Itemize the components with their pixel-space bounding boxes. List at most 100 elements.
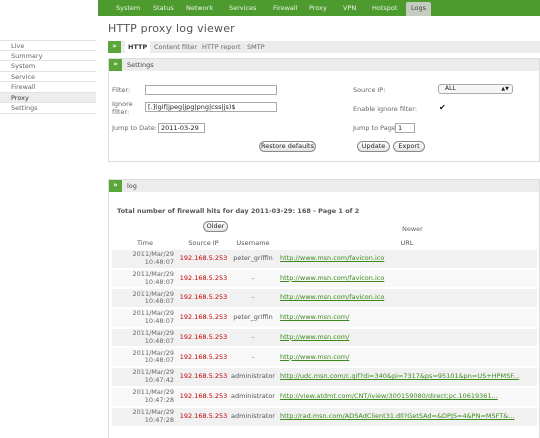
- sidebar-item-settings[interactable]: Settings: [0, 103, 96, 114]
- username-cell: administrator: [229, 385, 277, 407]
- source-ip-cell: 192.168.5.253: [178, 287, 229, 309]
- nav-firewall[interactable]: Firewall: [273, 0, 298, 16]
- settings-header: » Settings: [109, 59, 539, 71]
- jump-date-input[interactable]: 2011-03-29: [158, 123, 205, 133]
- url-link[interactable]: http://udc.msn.com/c.gif?di=340&pi=7317&…: [277, 366, 537, 387]
- ignore-filter-label-2: filter:: [112, 108, 130, 116]
- log-table: Time Source IP Username URL 2011/Mar/29 1…: [112, 237, 537, 427]
- enable-ignore-checkbox[interactable]: ✔: [439, 104, 447, 112]
- log-table-header: Time Source IP Username URL: [112, 237, 537, 249]
- newer-link[interactable]: Newer: [402, 225, 423, 233]
- tab-http[interactable]: HTTP: [125, 41, 151, 53]
- row-clock: 10:47:28: [144, 415, 174, 424]
- url-link[interactable]: http://www.msn.com/favicon.ico: [277, 287, 537, 309]
- sidebar-item-system[interactable]: System: [0, 61, 96, 72]
- jump-date-label: Jump to Date:: [112, 124, 157, 132]
- time-cell: 2011/Mar/29 10:48:07: [112, 248, 178, 269]
- tab-content-filter[interactable]: Content filter: [154, 41, 197, 53]
- ignore-filter-input[interactable]: [.](gif|jpeg|jpg|png|css|js)$: [145, 102, 277, 112]
- settings-title: Settings: [127, 61, 154, 69]
- username-cell: -: [229, 287, 277, 309]
- chevron-icon: »: [109, 180, 122, 192]
- tab-smtp[interactable]: SMTP: [247, 41, 265, 53]
- row-clock: 10:48:07: [144, 336, 174, 345]
- page-title: HTTP proxy log viewer: [108, 22, 235, 35]
- sidebar-item-service[interactable]: Service: [0, 72, 96, 82]
- table-row: 2011/Mar/29 10:48:07 192.168.5.253 peter_…: [112, 307, 537, 328]
- log-header: » log: [109, 180, 539, 192]
- username-cell: administrator: [229, 405, 277, 427]
- nav-network[interactable]: Network: [186, 0, 213, 16]
- row-clock: 10:48:07: [144, 316, 174, 325]
- source-ip-select[interactable]: ALL ▲▼: [438, 84, 513, 94]
- chevron-icon: »: [109, 59, 122, 71]
- table-row: 2011/Mar/29 10:48:07 192.168.5.253 - http…: [112, 267, 537, 289]
- table-row: 2011/Mar/29 10:48:07 192.168.5.253 peter_…: [112, 248, 537, 269]
- row-clock: 10:48:07: [144, 257, 174, 266]
- nav-services[interactable]: Services: [229, 0, 256, 16]
- source-ip-label: Source IP:: [353, 86, 386, 94]
- nav-vpn[interactable]: VPN: [343, 0, 356, 16]
- sidebar: Live Summary System Service Firewall Pro…: [0, 40, 96, 114]
- older-button[interactable]: Older: [203, 221, 228, 232]
- time-cell: 2011/Mar/29 10:47:28: [112, 405, 178, 427]
- settings-panel: » Settings Filter: Ignore filter: [.](gi…: [108, 58, 540, 162]
- tab-http-report[interactable]: HTTP report: [202, 41, 241, 53]
- url-link[interactable]: http://www.msn.com/: [277, 326, 537, 348]
- nav-hotspot[interactable]: Hotspot: [372, 0, 397, 16]
- nav-status[interactable]: Status: [153, 0, 174, 16]
- url-link[interactable]: http://www.msn.com/favicon.ico: [277, 248, 537, 269]
- row-clock: 10:48:07: [144, 277, 174, 286]
- filter-label: Filter:: [112, 86, 131, 94]
- source-ip-cell: 192.168.5.253: [178, 366, 229, 387]
- url-link[interactable]: http://rad.msn.com/ADSAdClient31.dll?Get…: [277, 405, 537, 427]
- table-row: 2011/Mar/29 10:48:07 192.168.5.253 - http…: [112, 346, 537, 368]
- nav-logs[interactable]: Logs: [406, 2, 431, 16]
- sidebar-item-summary[interactable]: Summary: [0, 51, 96, 61]
- table-row: 2011/Mar/29 10:48:07 192.168.5.253 - http…: [112, 287, 537, 309]
- time-cell: 2011/Mar/29 10:47:42: [112, 366, 178, 387]
- row-clock: 10:47:42: [144, 375, 174, 384]
- column-header-source-ip: Source IP: [188, 238, 219, 247]
- row-clock: 10:48:07: [144, 297, 174, 306]
- time-cell: 2011/Mar/29 10:47:28: [112, 385, 178, 407]
- table-row: 2011/Mar/29 10:47:42 192.168.5.253 admini…: [112, 366, 537, 387]
- ignore-filter-label-1: Ignore: [112, 100, 133, 108]
- source-ip-cell: 192.168.5.253: [178, 307, 229, 328]
- enable-ignore-label: Enable ignore filter:: [353, 105, 418, 113]
- table-row: 2011/Mar/29 10:47:28 192.168.5.253 admini…: [112, 385, 537, 407]
- top-nav: System Status Network Services Firewall …: [98, 0, 540, 16]
- username-cell: peter_griffin: [229, 307, 277, 328]
- url-link[interactable]: http://www.msn.com/: [277, 346, 537, 368]
- url-link[interactable]: http://www.msn.com/favicon.ico: [277, 267, 537, 289]
- update-button[interactable]: Update: [357, 141, 390, 152]
- column-header-time: Time: [137, 238, 153, 247]
- table-row: 2011/Mar/29 10:48:07 192.168.5.253 - http…: [112, 326, 537, 348]
- username-cell: -: [229, 346, 277, 368]
- sidebar-item-proxy[interactable]: Proxy: [0, 92, 96, 103]
- source-ip-cell: 192.168.5.253: [178, 326, 229, 348]
- sidebar-item-live[interactable]: Live: [0, 40, 96, 51]
- nav-system[interactable]: System: [116, 0, 140, 16]
- username-cell: peter_griffin: [229, 248, 277, 269]
- chevron-updown-icon: ▲▼: [501, 86, 509, 92]
- time-cell: 2011/Mar/29 10:48:07: [112, 346, 178, 368]
- export-button[interactable]: Export: [393, 141, 425, 152]
- source-ip-value: ALL: [445, 85, 456, 92]
- source-ip-cell: 192.168.5.253: [178, 248, 229, 269]
- subtab-strip: » HTTP Content filter HTTP report SMTP: [108, 41, 540, 53]
- nav-proxy[interactable]: Proxy: [309, 0, 327, 16]
- filter-input[interactable]: [145, 85, 277, 95]
- jump-page-label: Jump to Page:: [353, 124, 399, 132]
- column-header-username: Username: [236, 238, 270, 247]
- url-link[interactable]: http://www.msn.com/: [277, 307, 537, 328]
- chevron-icon: »: [108, 41, 121, 53]
- sidebar-item-firewall[interactable]: Firewall: [0, 82, 96, 93]
- table-row: 2011/Mar/29 10:47:28 192.168.5.253 admini…: [112, 405, 537, 427]
- source-ip-cell: 192.168.5.253: [178, 385, 229, 407]
- jump-page-input[interactable]: 1: [395, 123, 415, 133]
- restore-defaults-button[interactable]: Restore defaults: [259, 141, 316, 152]
- username-cell: -: [229, 267, 277, 289]
- time-cell: 2011/Mar/29 10:48:07: [112, 307, 178, 328]
- url-link[interactable]: http://view.atdmt.com/CNT/iview/30015908…: [277, 385, 537, 407]
